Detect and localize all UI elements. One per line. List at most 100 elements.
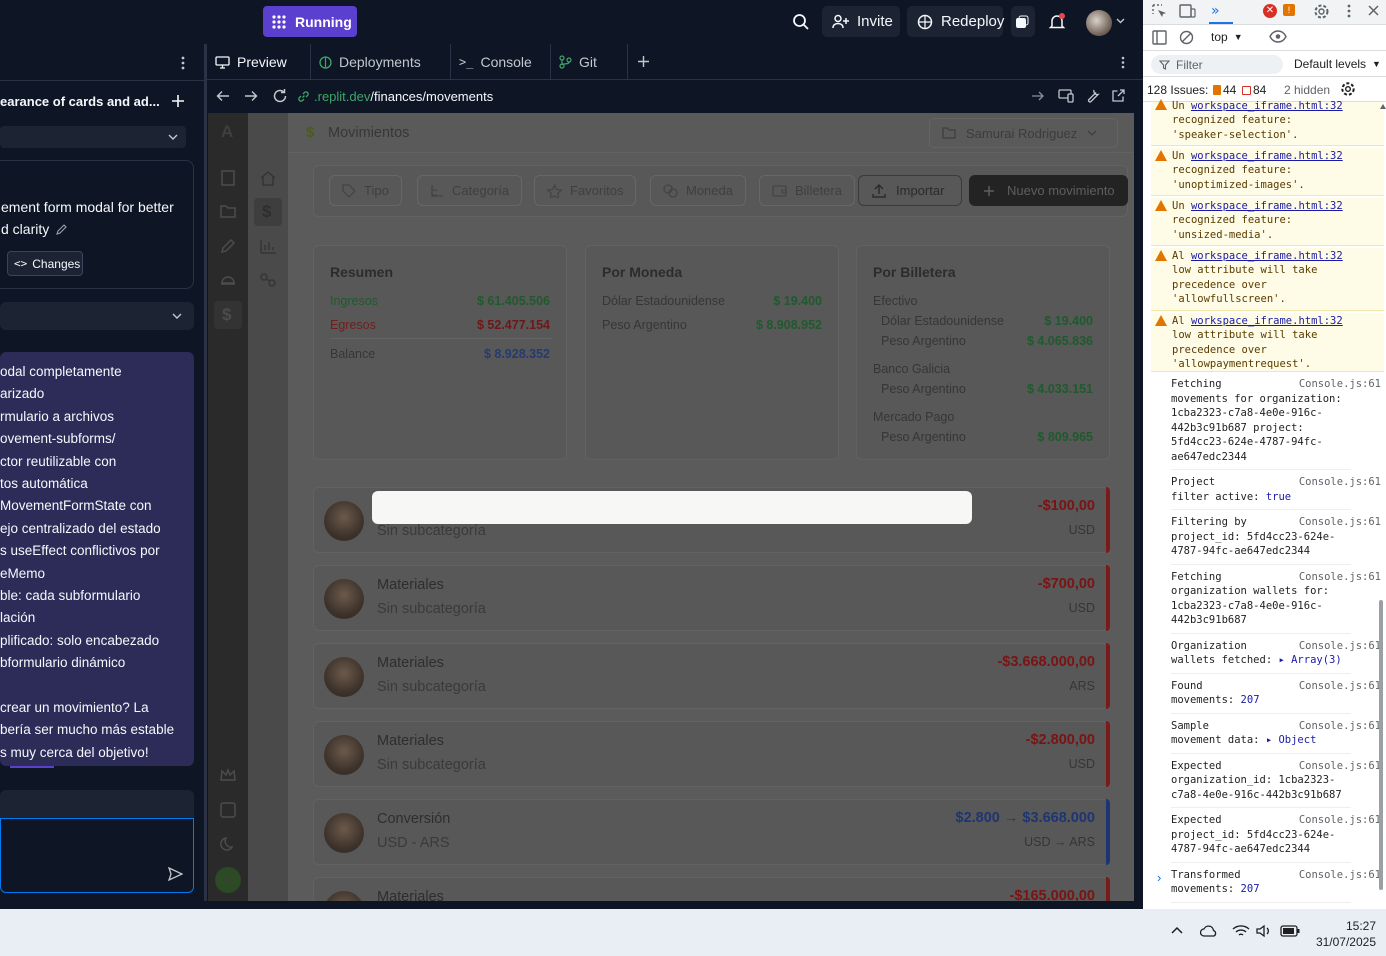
console-filter-input[interactable]: Filter bbox=[1151, 55, 1283, 74]
issues-info-badge[interactable]: 84 bbox=[1242, 83, 1266, 97]
log-value[interactable]: ▸ Object bbox=[1266, 734, 1317, 746]
context-selector[interactable]: top ▼ bbox=[1211, 30, 1243, 44]
hidden-count[interactable]: 2 hidden bbox=[1284, 83, 1330, 97]
panel-icon[interactable] bbox=[220, 802, 236, 818]
clear-console-icon[interactable] bbox=[1179, 30, 1194, 45]
changes-button[interactable]: <> Changes bbox=[7, 251, 83, 276]
log-value[interactable]: 207 bbox=[1241, 883, 1260, 895]
source-link[interactable]: workspace_iframe.html:32 bbox=[1191, 200, 1343, 212]
settings-gear-icon[interactable] bbox=[1313, 3, 1330, 20]
console-panel-tab[interactable]: » bbox=[1209, 2, 1233, 24]
tab-git[interactable]: Git bbox=[551, 44, 628, 80]
preview-scrollbar[interactable] bbox=[1134, 113, 1143, 901]
devtools-scrollbar[interactable] bbox=[1379, 600, 1383, 890]
pencil-icon[interactable] bbox=[220, 238, 236, 254]
open-arrow-icon[interactable] bbox=[1031, 89, 1045, 103]
home-icon[interactable] bbox=[259, 170, 277, 186]
movement-row[interactable]: Materiales Sin subcategoría -$3.668.000,… bbox=[313, 643, 1110, 709]
wifi-icon[interactable] bbox=[1232, 924, 1250, 938]
source-link[interactable]: Console.js:61 bbox=[1299, 475, 1381, 490]
chevron-up-icon[interactable] bbox=[1171, 926, 1183, 934]
source-link[interactable]: Console.js:61 bbox=[1299, 515, 1381, 530]
reload-icon[interactable] bbox=[272, 88, 288, 104]
panel-splitter[interactable] bbox=[204, 44, 207, 909]
collapsed-actions[interactable] bbox=[0, 302, 194, 330]
more-vertical-icon[interactable] bbox=[1347, 4, 1351, 18]
eye-icon[interactable] bbox=[1269, 30, 1287, 43]
filter-favoritos[interactable]: Favoritos bbox=[534, 175, 637, 206]
window-toggle-button[interactable] bbox=[1011, 6, 1035, 37]
wrench-icon[interactable] bbox=[1085, 88, 1100, 103]
collapsed-section[interactable] bbox=[0, 126, 186, 148]
scroll-up-icon[interactable] bbox=[1380, 104, 1386, 109]
movements-nav-item[interactable]: $ bbox=[254, 198, 282, 226]
url-field[interactable]: .replit.dev/finances/movements bbox=[297, 84, 1057, 108]
filter-tipo[interactable]: Tipo bbox=[329, 175, 402, 206]
source-link[interactable]: workspace_iframe.html:32 bbox=[1191, 100, 1343, 112]
user-avatar[interactable] bbox=[1086, 10, 1112, 36]
warning-badge-icon[interactable]: ! bbox=[1283, 4, 1295, 16]
more-vertical-icon[interactable] bbox=[181, 56, 185, 70]
moon-icon[interactable] bbox=[220, 836, 236, 852]
sidebar-toggle-icon[interactable] bbox=[1152, 30, 1167, 45]
devices-icon[interactable] bbox=[1058, 88, 1074, 103]
send-icon[interactable] bbox=[168, 867, 183, 881]
movement-row[interactable]: Conversión USD - ARS $2.800 → $3.668.000… bbox=[313, 799, 1110, 865]
source-link[interactable]: Console.js:61 bbox=[1299, 719, 1381, 734]
new-movement-button[interactable]: Nuevo movimiento bbox=[969, 175, 1128, 206]
helmet-icon[interactable] bbox=[220, 272, 236, 286]
source-link[interactable]: Console.js:61 bbox=[1299, 868, 1381, 883]
search-icon[interactable] bbox=[792, 13, 810, 31]
crown-icon[interactable] bbox=[220, 768, 236, 782]
add-tab-icon[interactable] bbox=[637, 55, 650, 68]
inspect-icon[interactable] bbox=[1152, 4, 1168, 20]
movement-row[interactable]: Materiales -$165.000,00 bbox=[313, 877, 1110, 901]
building-icon[interactable] bbox=[220, 170, 236, 186]
source-link[interactable]: Console.js:61 bbox=[1299, 813, 1381, 828]
import-button[interactable]: Importar bbox=[858, 175, 962, 206]
device-toolbar-icon[interactable] bbox=[1179, 4, 1196, 19]
source-link[interactable]: Console.js:61 bbox=[1299, 639, 1381, 654]
log-value[interactable]: ▸ Array(3) bbox=[1278, 654, 1341, 666]
forward-icon[interactable] bbox=[244, 89, 258, 103]
finance-rail-item[interactable]: $ bbox=[214, 301, 242, 329]
notifications-icon[interactable] bbox=[1048, 13, 1066, 31]
new-thread-icon[interactable] bbox=[171, 94, 185, 108]
source-link[interactable]: Console.js:61 bbox=[1299, 377, 1381, 392]
filter-moneda[interactable]: Moneda bbox=[650, 175, 746, 206]
folder-icon[interactable] bbox=[220, 204, 236, 218]
source-link[interactable]: Console.js:61 bbox=[1299, 570, 1381, 585]
chat-input[interactable] bbox=[0, 818, 194, 893]
clock[interactable]: 15:27 31/07/2025 bbox=[1316, 918, 1376, 950]
tab-console[interactable]: >_ Console bbox=[451, 44, 551, 80]
log-value[interactable]: true bbox=[1266, 491, 1291, 503]
chevron-down-icon[interactable] bbox=[1116, 18, 1125, 24]
movement-row[interactable]: Materiales Sin subcategoría -$700,00 USD bbox=[313, 565, 1110, 631]
edit-icon[interactable] bbox=[55, 223, 68, 236]
tab-preview[interactable]: Preview bbox=[207, 44, 311, 80]
cloud-icon[interactable] bbox=[1200, 925, 1218, 937]
close-icon[interactable] bbox=[1367, 4, 1380, 17]
tools-icon[interactable] bbox=[259, 272, 277, 288]
volume-icon[interactable] bbox=[1256, 924, 1272, 938]
movement-row[interactable]: Materiales Sin subcategoría -$2.800,00 U… bbox=[313, 721, 1110, 787]
source-link[interactable]: workspace_iframe.html:32 bbox=[1191, 150, 1343, 162]
user-avatar[interactable]: A bbox=[215, 867, 241, 893]
console-settings-icon[interactable] bbox=[1340, 81, 1356, 97]
run-button[interactable]: Running bbox=[263, 6, 357, 37]
log-value[interactable]: 207 bbox=[1241, 694, 1260, 706]
log-levels-dropdown[interactable]: Default levels ▼ bbox=[1294, 57, 1381, 71]
source-link[interactable]: workspace_iframe.html:32 bbox=[1191, 315, 1343, 327]
more-vertical-icon[interactable] bbox=[1121, 56, 1125, 69]
error-badge-icon[interactable]: ✕ bbox=[1263, 4, 1277, 18]
battery-icon[interactable] bbox=[1280, 924, 1300, 937]
filter-billetera[interactable]: Billetera bbox=[759, 175, 855, 206]
external-link-icon[interactable] bbox=[1111, 88, 1126, 103]
issues-warn-badge[interactable]: 44 bbox=[1213, 83, 1236, 97]
modal-dialog[interactable] bbox=[372, 491, 972, 524]
project-selector[interactable]: Samurai Rodriguez bbox=[929, 118, 1118, 148]
back-icon[interactable] bbox=[216, 89, 230, 103]
source-link[interactable]: workspace_iframe.html:32 bbox=[1191, 250, 1343, 262]
tab-deployments[interactable]: Deployments bbox=[311, 44, 451, 80]
source-link[interactable]: Console.js:61 bbox=[1299, 679, 1381, 694]
